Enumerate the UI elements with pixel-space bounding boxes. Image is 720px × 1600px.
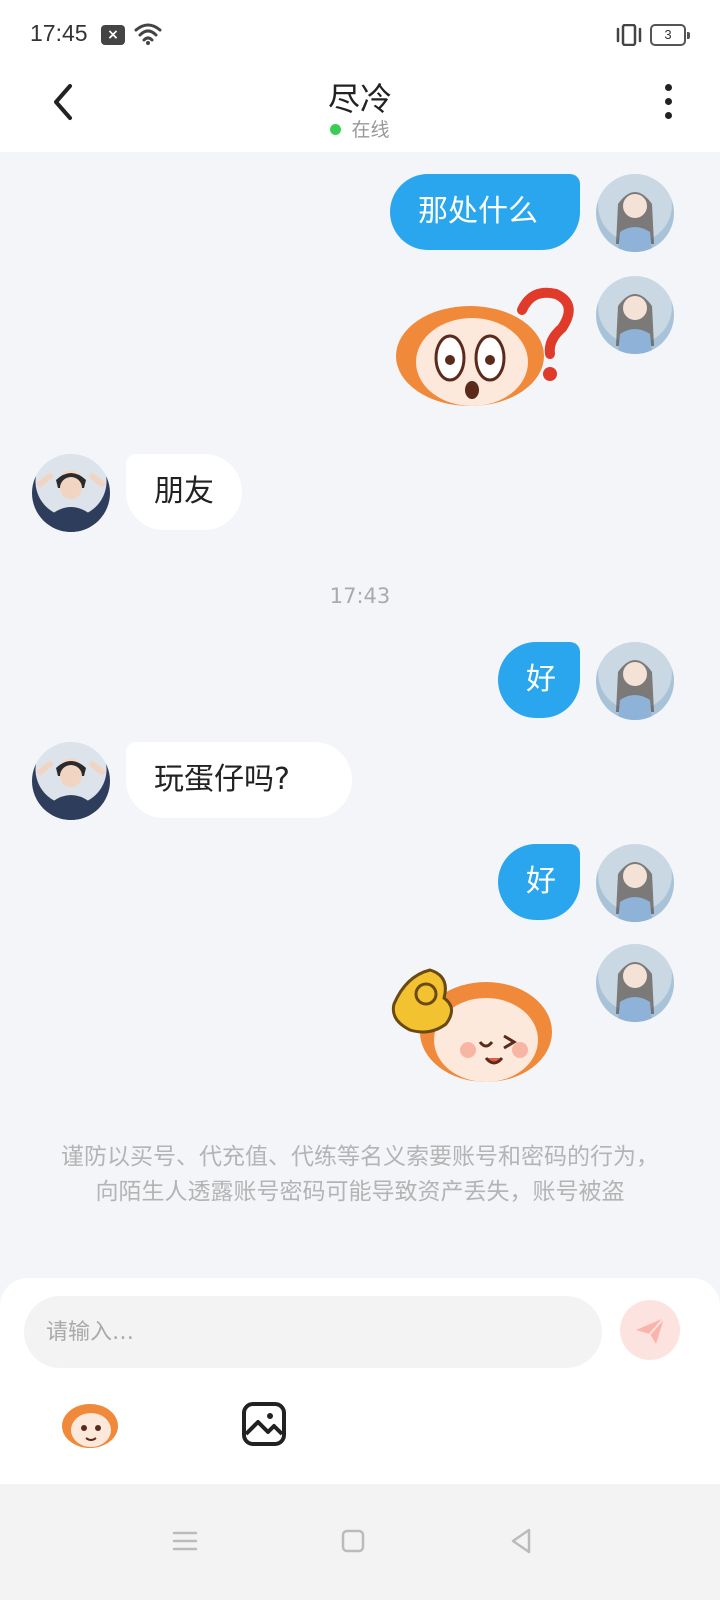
message-input[interactable]	[24, 1296, 602, 1368]
back-nav-icon[interactable]	[504, 1524, 538, 1558]
contact-name: 尽冷	[327, 80, 392, 118]
send-button[interactable]	[620, 1300, 680, 1360]
vibrate-icon	[616, 24, 642, 46]
avatar-self[interactable]	[596, 642, 674, 720]
avatar-self[interactable]	[596, 844, 674, 922]
emoji-sticker-icon[interactable]	[60, 1394, 120, 1454]
status-time: 17:45	[30, 20, 88, 46]
message-bubble-outgoing[interactable]: 好	[498, 844, 580, 920]
security-notice: 谨防以买号、代充值、代练等名义索要账号和密码的行为，向陌生人透露账号密码可能导致…	[61, 1144, 659, 1205]
sticker-question[interactable]	[392, 282, 578, 412]
battery-indicator: 3	[650, 24, 690, 46]
avatar-self[interactable]	[596, 276, 674, 354]
notification-icon: ×	[101, 25, 125, 45]
online-dot	[330, 124, 342, 135]
message-text: 朋友	[154, 474, 214, 509]
image-icon[interactable]	[234, 1394, 294, 1454]
presence-label: 在线	[351, 119, 390, 141]
chat-header: 尽冷 在线	[0, 68, 720, 152]
system-nav-bar	[0, 1484, 720, 1600]
message-text: 好	[526, 864, 556, 899]
presence-status: 在线	[0, 115, 720, 142]
composer	[0, 1278, 720, 1484]
avatar-contact[interactable]	[32, 454, 110, 532]
message-bubble-outgoing[interactable]: 好	[498, 642, 580, 718]
send-icon	[636, 1317, 665, 1344]
message-text: 好	[526, 662, 556, 697]
message-bubble-outgoing[interactable]: 那处什么	[390, 174, 580, 250]
message-bubble-incoming[interactable]: 朋友	[126, 454, 242, 530]
avatar-self[interactable]	[596, 944, 674, 1022]
more-icon[interactable]	[660, 84, 676, 124]
message-bubble-incoming[interactable]: 玩蛋仔吗?	[126, 742, 352, 818]
sticker-ok[interactable]	[386, 958, 556, 1086]
message-text: 玩蛋仔吗?	[154, 762, 290, 797]
message-timestamp: 17:43	[329, 584, 391, 608]
home-icon[interactable]	[336, 1524, 370, 1558]
menu-icon[interactable]	[168, 1524, 202, 1558]
status-bar: 17:45 × 3	[0, 0, 720, 68]
avatar-self[interactable]	[596, 174, 674, 252]
message-text: 那处什么	[418, 194, 538, 229]
wifi-icon	[134, 23, 162, 45]
avatar-contact[interactable]	[32, 742, 110, 820]
